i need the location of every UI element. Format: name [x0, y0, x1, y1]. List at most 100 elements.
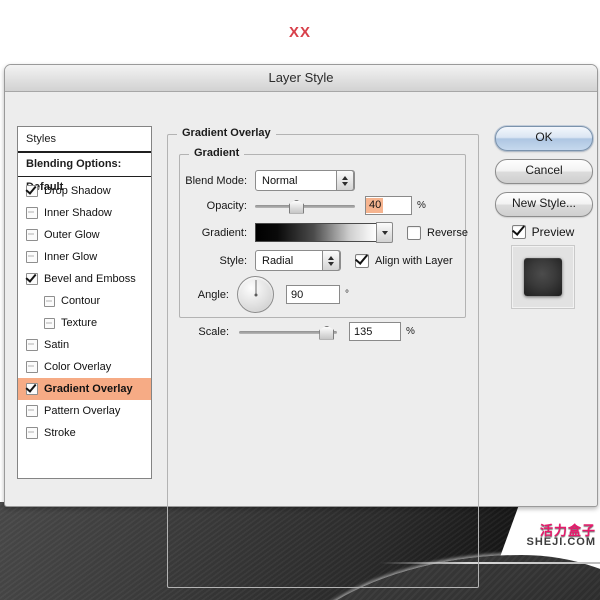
style-row: Style: Radial Align with Layer [179, 250, 453, 271]
ok-button[interactable]: OK [495, 126, 593, 151]
gradient-overlay-title: Gradient Overlay [177, 127, 276, 139]
opacity-slider[interactable] [255, 199, 355, 214]
effect-label: Color Overlay [44, 361, 112, 373]
blending-options-item[interactable]: Blending Options: Default [18, 153, 151, 193]
gradient-swatch[interactable] [255, 223, 377, 242]
dialog-button-column: OK Cancel New Style... Preview [495, 126, 593, 309]
dialog-titlebar[interactable]: Layer Style [5, 65, 597, 92]
chevron-updown-icon[interactable] [336, 170, 354, 191]
effect-label: Inner Glow [44, 251, 98, 263]
angle-input[interactable]: 90 [286, 285, 340, 304]
opacity-input[interactable]: 40 [365, 196, 412, 215]
opacity-value: 40 [366, 198, 384, 213]
opacity-row: Opacity: 40 % [179, 196, 426, 215]
watermark-subtext: SHEJI.COM [526, 536, 596, 548]
opacity-label: Opacity: [206, 199, 247, 212]
effect-label: Pattern Overlay [44, 405, 121, 417]
opacity-slider-thumb[interactable] [289, 199, 304, 214]
preview-label: Preview [531, 225, 575, 239]
style-select[interactable]: Radial [255, 250, 341, 271]
angle-dial-hub [254, 293, 257, 296]
effect-checkbox[interactable] [26, 251, 38, 263]
effect-checkbox[interactable] [26, 427, 38, 439]
new-style-button[interactable]: New Style... [495, 192, 593, 217]
effect-label: Outer Glow [44, 229, 100, 241]
gradient-row: Gradient: Reverse [179, 222, 468, 243]
opacity-slider-track [255, 204, 355, 208]
effect-checkbox[interactable] [26, 339, 38, 351]
cancel-button[interactable]: Cancel [495, 159, 593, 184]
gradient-subgroup-title: Gradient [189, 147, 245, 159]
effect-row[interactable]: Contour [18, 290, 151, 312]
preview-thumbnail-shape [524, 258, 562, 296]
scale-input[interactable]: 135 [349, 322, 401, 341]
effect-label: Inner Shadow [44, 207, 112, 219]
effect-label: Texture [61, 317, 98, 329]
gradient-dropdown-button[interactable] [376, 222, 393, 243]
reverse-checkbox[interactable]: Reverse [407, 225, 468, 240]
effect-row[interactable]: Color Overlay [18, 356, 151, 378]
angle-row: Angle: 90 ° [179, 276, 349, 313]
preview-thumbnail [511, 245, 575, 309]
blend-mode-select[interactable]: Normal [255, 170, 355, 191]
angle-value: 90 [291, 288, 304, 301]
style-value: Radial [262, 254, 294, 267]
scale-value: 135 [354, 325, 373, 338]
align-label: Align with Layer [375, 254, 453, 267]
blend-mode-row: Blend Mode: Normal [179, 170, 355, 191]
effect-checkbox[interactable] [44, 317, 55, 329]
effects-list: Drop Shadow Inner Shadow Outer Glow Inner G… [18, 177, 151, 444]
effect-row[interactable]: Bevel and Emboss [18, 268, 151, 290]
effect-row[interactable]: Inner Glow [18, 246, 151, 268]
effect-label: Contour [61, 295, 101, 307]
effect-row[interactable]: Pattern Overlay [18, 400, 151, 422]
effect-row[interactable]: Satin [18, 334, 151, 356]
scale-slider[interactable] [239, 325, 337, 340]
reverse-label: Reverse [427, 226, 468, 239]
blend-mode-label: Blend Mode: [185, 174, 247, 187]
effect-label: Satin [44, 339, 70, 351]
effect-row[interactable]: Stroke [18, 422, 151, 444]
effect-label: Stroke [44, 427, 76, 439]
annotation-label: XX [288, 24, 311, 41]
effect-checkbox[interactable] [26, 207, 38, 219]
effect-checkbox[interactable] [26, 229, 38, 241]
effect-checkbox[interactable] [26, 273, 38, 285]
effect-label: Gradient Overlay [44, 383, 133, 395]
opacity-unit: % [417, 200, 426, 211]
gradient-overlay-panel: Gradient Overlay Gradient Blend Mode: No… [167, 126, 479, 588]
scale-unit: % [406, 326, 415, 337]
screen: 活力盒子 SHEJI.COM XX Layer Style Styles Ble… [0, 0, 600, 600]
effect-checkbox[interactable] [26, 185, 38, 197]
effect-checkbox[interactable] [26, 361, 38, 373]
align-checkbox-box[interactable] [355, 253, 369, 268]
effect-row[interactable]: Inner Shadow [18, 202, 151, 224]
effect-checkbox[interactable] [44, 295, 55, 307]
scale-slider-thumb[interactable] [319, 325, 335, 340]
effect-label: Drop Shadow [44, 185, 111, 197]
scale-label: Scale: [198, 325, 229, 338]
align-with-layer-checkbox[interactable]: Align with Layer [355, 253, 453, 268]
reverse-checkbox-box[interactable] [407, 225, 421, 240]
angle-unit: ° [345, 289, 349, 300]
scale-row: Scale: 135 % [179, 322, 415, 341]
effect-row[interactable]: Gradient Overlay [18, 378, 151, 400]
effect-label: Bevel and Emboss [44, 273, 136, 285]
effect-row[interactable]: Texture [18, 312, 151, 334]
styles-panel-header[interactable]: Styles [18, 127, 151, 153]
layer-style-dialog: Layer Style Styles Blending Options: Def… [4, 64, 598, 588]
gradient-picker[interactable] [255, 222, 393, 243]
effect-row[interactable]: Outer Glow [18, 224, 151, 246]
chevron-updown-icon[interactable] [322, 250, 340, 271]
angle-dial[interactable] [237, 276, 274, 313]
effect-checkbox[interactable] [26, 383, 38, 395]
styles-panel: Styles Blending Options: Default Drop Sh… [17, 126, 152, 479]
dialog-body: Styles Blending Options: Default Drop Sh… [5, 92, 597, 588]
preview-checkbox-box[interactable] [511, 225, 526, 239]
preview-checkbox[interactable]: Preview [495, 225, 591, 239]
gradient-label: Gradient: [201, 226, 247, 239]
angle-label: Angle: [197, 288, 229, 301]
effect-checkbox[interactable] [26, 405, 38, 417]
style-label: Style: [219, 254, 247, 267]
blend-mode-value: Normal [262, 174, 298, 187]
